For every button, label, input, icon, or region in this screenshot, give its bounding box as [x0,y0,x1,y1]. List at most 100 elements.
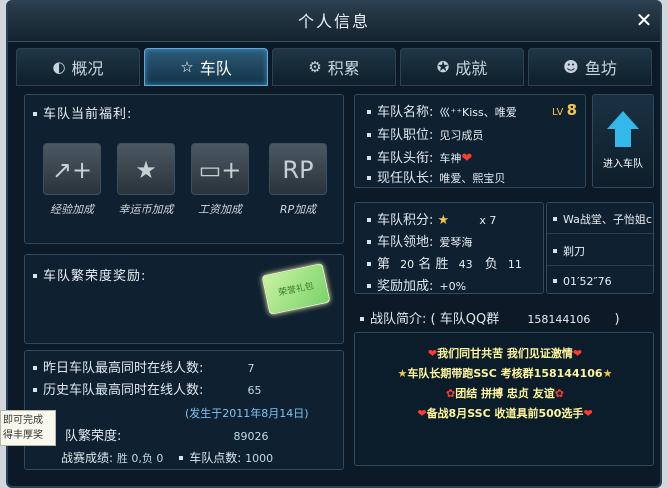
side-line-3: 01′52″76 [553,275,612,288]
team-info-panel: 车队名称: 巛⁺⁺Kiss、唯爱 LV 8 车队职位: 见习成员 车队头衔: 车神❤ … [354,94,586,188]
heart-icon: ❤ [572,347,583,360]
up-arrow-icon [607,111,639,129]
divider [547,233,655,234]
join-team-button[interactable]: 进入车队 [592,94,654,188]
benefit-label: 幸运币加成 [118,203,174,216]
prosperity-value: 89026 [233,430,269,443]
bullet-icon [367,133,371,137]
team-leader-value: 唯爱、熙宝贝 [439,172,506,185]
star-icon: ★ [602,367,613,380]
side-line-2: 剃刀 [553,243,585,259]
bullet-icon [367,262,371,266]
divider [547,265,655,266]
benefit-label: 经验加成 [50,203,94,216]
bullet-icon [179,456,184,460]
benefits-title: 车队当前福利: [27,103,132,122]
tab-label: 鱼坊 [584,59,617,78]
lucky-coin-icon: ★ [117,143,175,195]
team-rank-row: 第 20 名 胜 43 负 11 [361,253,522,272]
points-value: 1000 [245,452,274,465]
yesterday-online-value: 7 [247,362,255,375]
close-button[interactable]: ✕ [632,8,656,32]
bullet-icon [367,218,371,222]
heart-icon: ❤ [417,407,427,420]
window-title: 个人信息 [8,2,660,42]
team-score-row: 车队积分: ★ x 7 [361,209,496,228]
online-stats-panel: 昨日车队最高同时在线人数: 7 历史车队最高同时在线人数: 65 (发生于201… [24,350,344,470]
heart-icon: ❤ [583,407,593,420]
history-online-value: 65 [247,384,262,397]
join-team-label: 进入车队 [603,159,643,170]
team-rank-value: 20 [400,258,415,271]
history-date: (发生于2011年8月14日) [185,407,309,420]
team-territory-value: 爱琴海 [439,236,473,249]
bullet-icon [360,317,364,321]
star-icon: ☆ [180,58,194,76]
bullet-icon [367,176,371,180]
tab-label: 积累 [327,59,360,78]
team-bonus-value: +0% [439,280,467,293]
salary-card-icon: ▭+ [191,143,249,195]
rose-icon: ✿ [446,387,456,400]
exp-boost-icon: ↗+ [43,143,101,195]
overview-icon: ◐ [52,58,66,76]
team-title-value: 车神 [439,152,462,165]
history-online-row: 历史车队最高同时在线人数: 65 [27,379,262,398]
up-arrow-stem [615,129,631,147]
race-value: 胜 0,负 0 [116,452,164,465]
team-name-row: 车队名称: 巛⁺⁺Kiss、唯爱 [361,101,517,120]
intro-line-1: ❤我们同甘共苦 我们见证激情❤ [427,347,583,360]
tab-accumulate[interactable]: ⚙ 积累 [272,48,396,86]
tab-team[interactable]: ☆ 车队 [144,48,268,86]
gear-icon: ⚙ [308,58,322,76]
team-score-value: x 7 [479,214,497,227]
team-territory-row: 车队领地: 爱琴海 [361,231,472,250]
qq-group-value: 158144106 [527,313,591,326]
team-name-value: 巛⁺⁺Kiss、唯爱 [439,106,517,119]
team-win-value: 43 [458,258,473,271]
tab-label: 车队 [199,59,232,78]
bullet-icon [553,217,557,221]
bullet-icon [553,249,557,253]
team-level: LV 8 [552,101,577,119]
gift-card-icon[interactable]: 荣誉礼包 [261,262,331,316]
prestige-panel: 车队繁荣度奖励: 荣誉礼包 [24,254,344,344]
tab-label: 成就 [455,59,488,78]
team-position-value: 见习成员 [439,129,484,142]
benefit-exp[interactable]: ↗+ 经验加成 [41,143,103,217]
tab-achievement[interactable]: ✪ 成就 [400,48,524,86]
intro-header: 战队简介: ( 车队QQ群 158144106 ) [354,306,654,328]
bullet-icon [367,156,371,160]
team-side-panel: Wa战堂、子怡姐c 剃刀 01′52″76 [546,202,655,294]
benefit-label: RP加成 [279,203,317,216]
intro-panel: ❤我们同甘共苦 我们见证激情❤ ★车队长期带跑SSC 考核群158144106★… [354,332,654,466]
team-position-row: 车队职位: 见习成员 [361,124,483,143]
bullet-icon [33,388,37,392]
bullet-icon [33,366,37,370]
yesterday-online-row: 昨日车队最高同时在线人数: 7 [27,357,255,376]
race-row: 战赛成绩: 胜 0,负 0 车队点数: 1000 [61,451,274,465]
heart-icon: ❤ [427,347,438,360]
rp-boost-icon: RP [269,143,327,195]
bullet-icon [367,110,371,114]
rose-icon: ✿ [554,387,564,400]
personal-info-window: 个人信息 ✕ ◐ 概况 ☆ 车队 ⚙ 积累 ✪ 成就 ☻ 鱼坊 车队当前福利: … [6,0,662,488]
star-icon: ★ [437,213,450,228]
tab-overview[interactable]: ◐ 概况 [16,48,140,86]
tab-fishery[interactable]: ☻ 鱼坊 [528,48,652,86]
team-bonus-row: 奖励加成: +0% [361,275,466,294]
benefit-rp[interactable]: RP RP加成 [267,143,329,217]
intro-line-4: ❤备战8月SSC 收道具前500选手❤ [417,407,593,420]
star-icon: ★ [397,367,408,380]
bullet-icon [367,240,371,244]
bullet-icon [33,274,37,278]
heart-icon: ❤ [461,151,473,166]
side-line-1: Wa战堂、子怡姐c [553,211,652,227]
team-leader-row: 现任队长: 唯爱、熙宝贝 [361,167,505,186]
benefit-salary[interactable]: ▭+ 工资加成 [189,143,251,217]
prestige-title: 车队繁荣度奖励: [27,265,146,284]
tab-label: 概况 [71,59,104,78]
prosperity-row: 队繁荣度: 89026 [65,429,269,444]
tab-bar: ◐ 概况 ☆ 车队 ⚙ 积累 ✪ 成就 ☻ 鱼坊 [16,48,656,88]
benefit-lucky-coin[interactable]: ★ 幸运币加成 [115,143,177,217]
